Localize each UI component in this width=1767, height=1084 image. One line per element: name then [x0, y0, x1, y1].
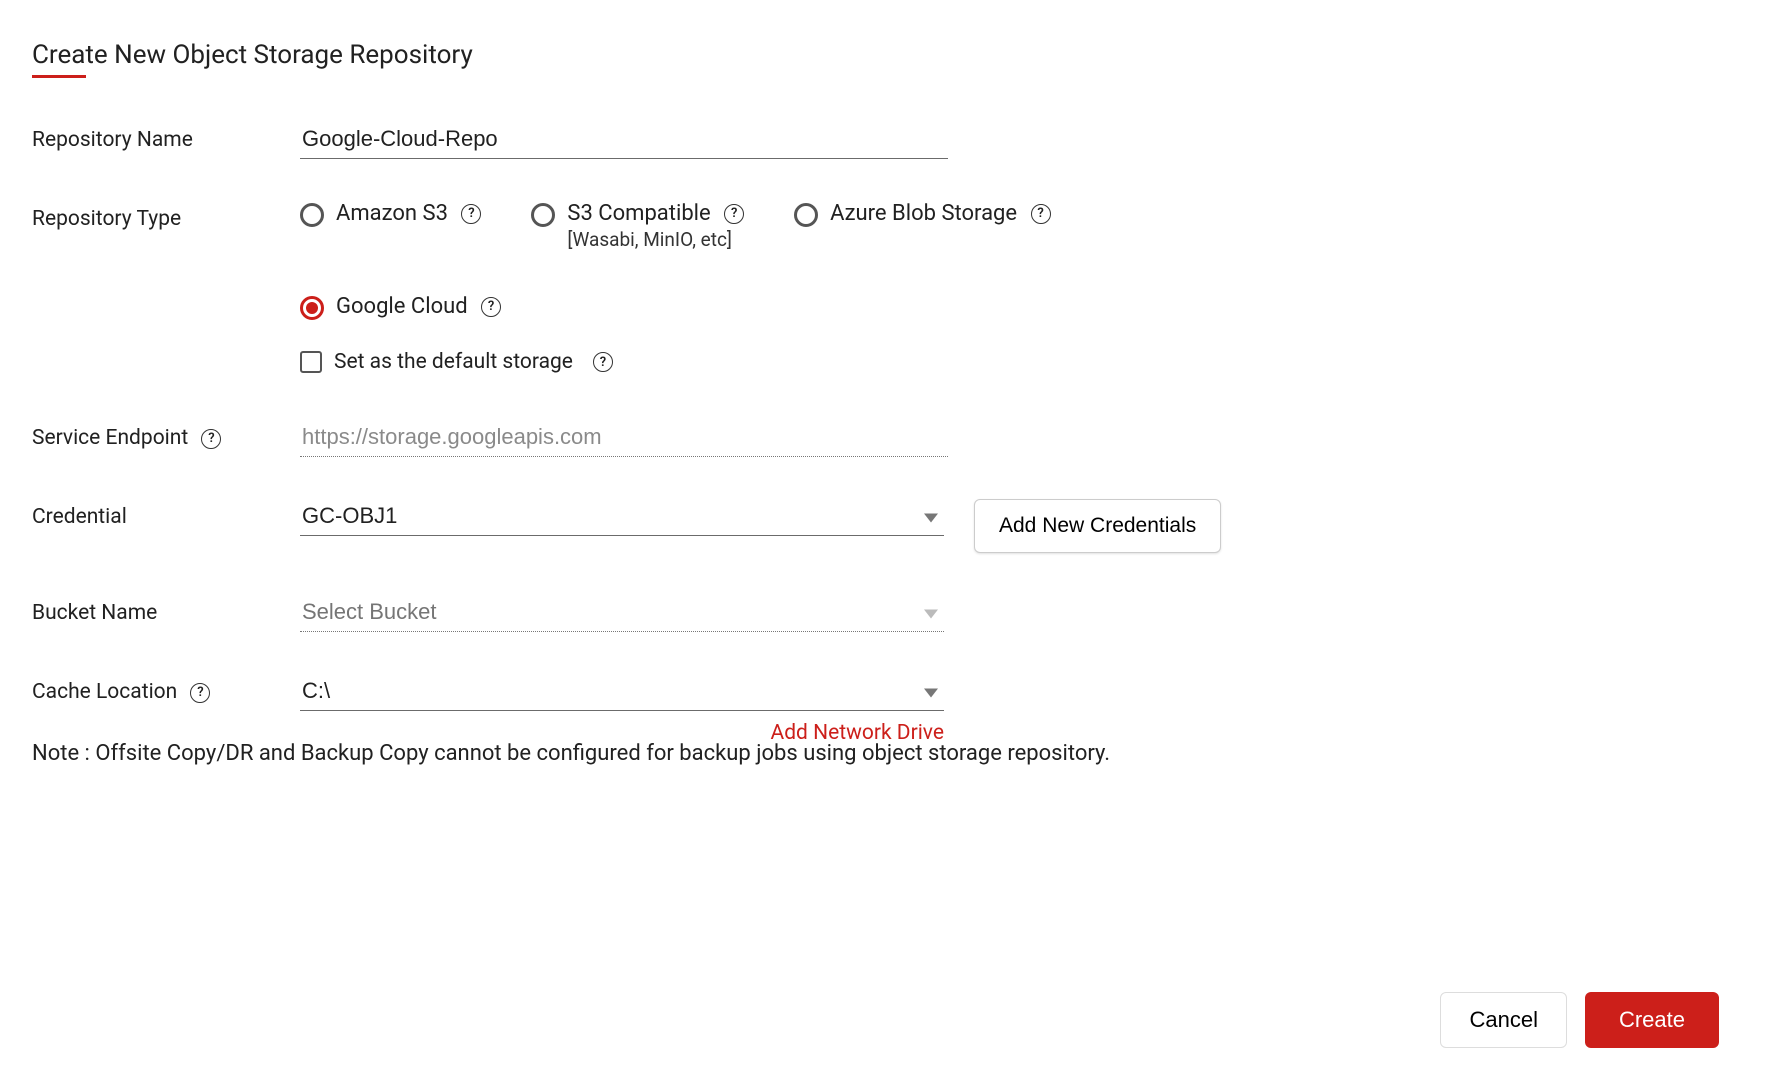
- cancel-button[interactable]: Cancel: [1440, 992, 1566, 1048]
- footer-buttons: Cancel Create: [1440, 992, 1719, 1048]
- page-title-text: Create New Object Storage Repository: [32, 40, 473, 70]
- help-icon[interactable]: ?: [201, 429, 221, 449]
- radio-s3-compatible[interactable]: S3 Compatible ? [Wasabi, MinIO, etc]: [531, 201, 744, 254]
- title-underline: [32, 75, 86, 78]
- add-credentials-button[interactable]: Add New Credentials: [974, 499, 1221, 553]
- cache-location-value[interactable]: [300, 674, 944, 711]
- radio-google-label: Google Cloud: [336, 294, 468, 319]
- radio-azure-label: Azure Blob Storage: [830, 201, 1017, 226]
- page-title: Create New Object Storage Repository: [32, 40, 473, 76]
- create-repository-page: Create New Object Storage Repository Rep…: [0, 0, 1767, 1084]
- label-credential: Credential: [32, 499, 300, 529]
- bucket-select-value[interactable]: [300, 595, 944, 632]
- repository-type-radios: Amazon S3 ? S3 Compatible ? [Wasabi, Min…: [300, 201, 1300, 320]
- radio-google-cloud[interactable]: Google Cloud ?: [300, 294, 501, 320]
- radio-s3-compatible-label: S3 Compatible: [567, 201, 710, 226]
- help-icon[interactable]: ?: [481, 297, 501, 317]
- row-credential: Credential Add New Credentials: [32, 499, 1735, 553]
- default-storage-row: Set as the default storage ?: [300, 350, 1735, 374]
- label-service-endpoint: Service Endpoint: [32, 426, 188, 450]
- repository-name-input[interactable]: [300, 122, 948, 159]
- default-storage-checkbox[interactable]: [300, 351, 322, 373]
- radio-circle-icon: [794, 203, 818, 227]
- help-icon[interactable]: ?: [190, 683, 210, 703]
- radio-s3-compatible-sub: [Wasabi, MinIO, etc]: [567, 228, 732, 251]
- cache-location-select[interactable]: [300, 674, 944, 711]
- help-icon[interactable]: ?: [593, 352, 613, 372]
- label-repository-name: Repository Name: [32, 122, 300, 152]
- radio-circle-icon: [300, 203, 324, 227]
- label-cache-location: Cache Location: [32, 680, 177, 704]
- help-icon[interactable]: ?: [1031, 204, 1051, 224]
- radio-circle-icon: [531, 203, 555, 227]
- radio-amazon-s3[interactable]: Amazon S3 ?: [300, 201, 481, 227]
- radio-azure[interactable]: Azure Blob Storage ?: [794, 201, 1050, 227]
- form: Repository Name Repository Type Amazon S…: [32, 122, 1735, 766]
- note-text: Note : Offsite Copy/DR and Backup Copy c…: [32, 741, 1735, 766]
- default-storage-label: Set as the default storage: [334, 350, 573, 374]
- row-service-endpoint: Service Endpoint ?: [32, 420, 1735, 457]
- create-button[interactable]: Create: [1585, 992, 1719, 1048]
- bucket-select[interactable]: [300, 595, 944, 632]
- radio-amazon-s3-label: Amazon S3: [336, 201, 448, 226]
- label-bucket-name: Bucket Name: [32, 595, 300, 625]
- credential-select-value[interactable]: [300, 499, 944, 536]
- row-repository-type: Repository Type Amazon S3 ? S3 Compatibl…: [32, 201, 1735, 374]
- row-repository-name: Repository Name: [32, 122, 1735, 159]
- help-icon[interactable]: ?: [724, 204, 744, 224]
- label-repository-type: Repository Type: [32, 201, 300, 231]
- row-cache-location: Cache Location ? Add Network Drive: [32, 674, 1735, 745]
- service-endpoint-input[interactable]: [300, 420, 948, 457]
- help-icon[interactable]: ?: [461, 204, 481, 224]
- row-bucket-name: Bucket Name: [32, 595, 1735, 632]
- credential-select[interactable]: [300, 499, 944, 536]
- radio-dot-icon: [306, 302, 318, 314]
- radio-circle-icon: [300, 296, 324, 320]
